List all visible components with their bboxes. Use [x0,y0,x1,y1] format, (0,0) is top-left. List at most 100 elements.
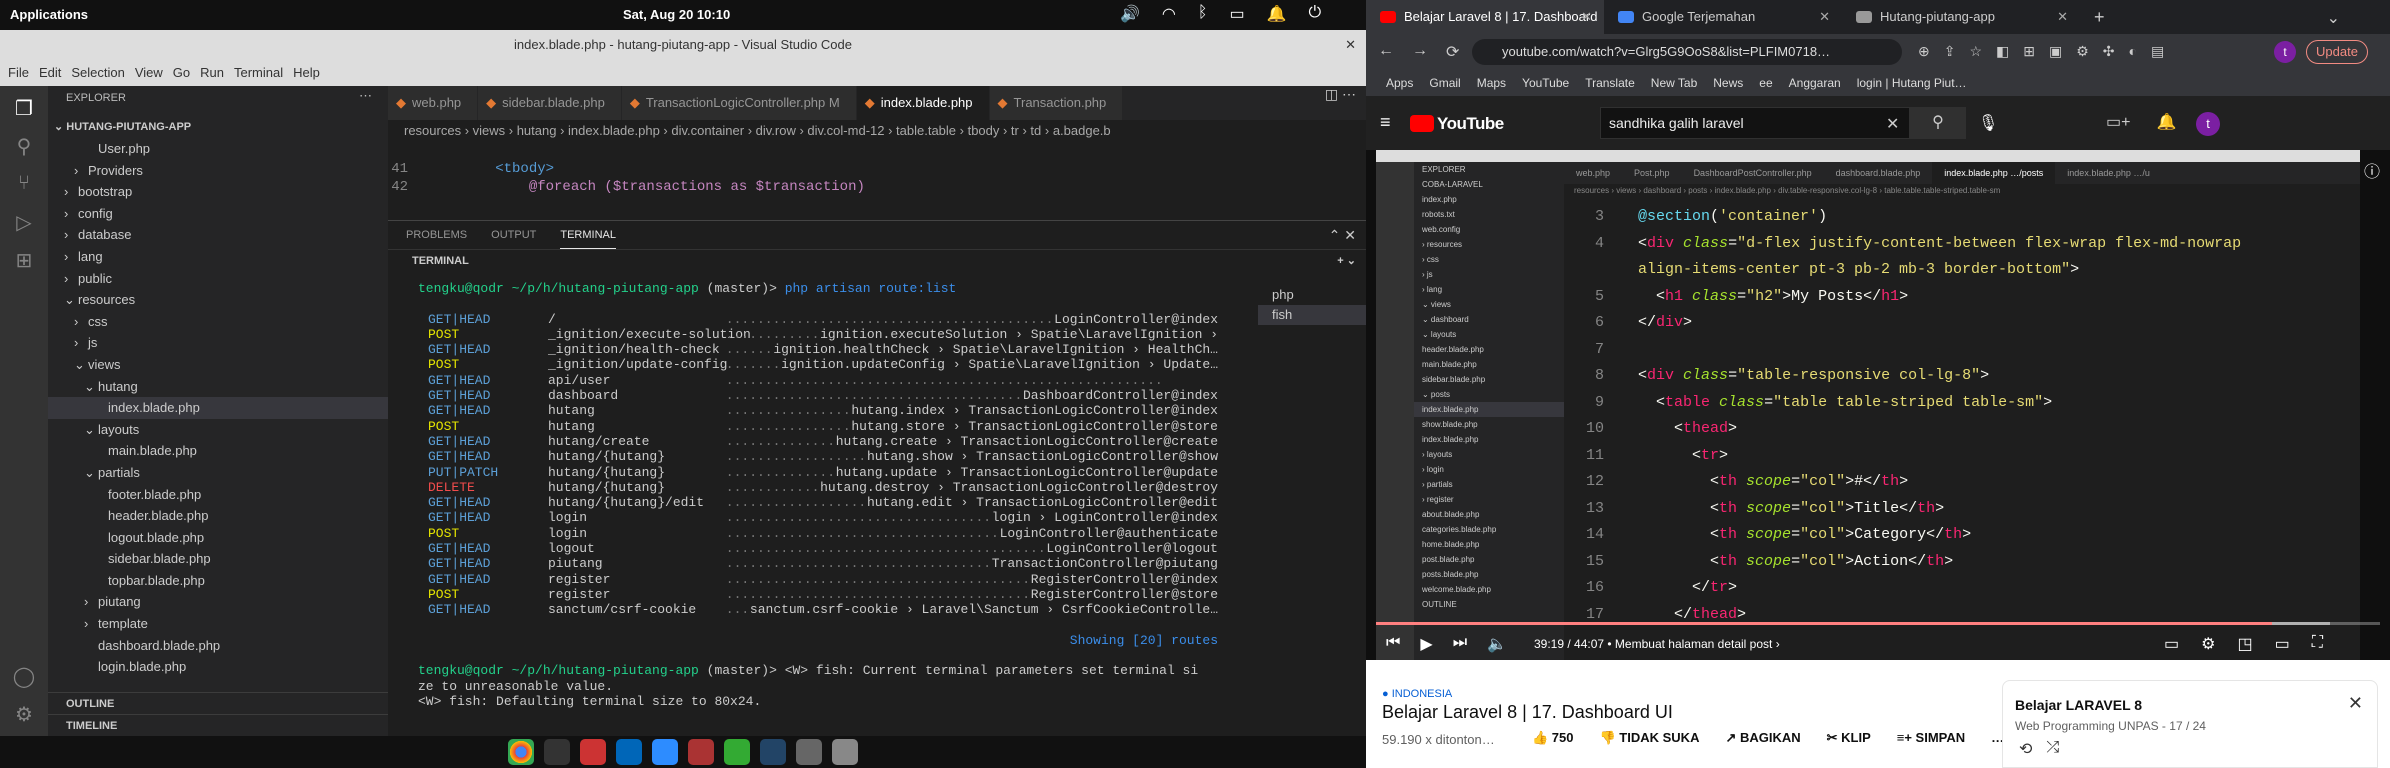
menu-help[interactable]: Help [293,60,320,86]
tree-item[interactable]: User.php [48,138,388,160]
timeline-section[interactable]: TIMELINE [48,714,388,736]
new-tab-icon[interactable]: + [2080,0,2105,34]
tree-item[interactable]: ⌄ partials [48,462,388,484]
menu-terminal[interactable]: Terminal [234,60,283,86]
zoom-icon[interactable]: ⊕ [1918,43,1930,60]
menu-view[interactable]: View [135,60,163,86]
share-icon[interactable]: ⇪ [1944,43,1956,60]
terminal-output[interactable]: tengku@qodr ~/p/h/hutang-piutang-app (ma… [418,281,1218,731]
chrome-icon[interactable] [508,739,534,765]
video-time[interactable]: 39:19 / 44:07 • Membuat halaman detail p… [1534,637,1780,651]
timer-icon[interactable] [724,739,750,765]
tree-item[interactable]: header.blade.php [48,505,388,527]
bell-icon[interactable]: 🔔 [2156,112,2176,132]
tree-item[interactable]: › Providers [48,160,388,182]
tree-item[interactable]: main.blade.php [48,440,388,462]
tree-item[interactable]: › js [48,332,388,354]
bookmark-item[interactable]: News [1713,70,1743,96]
app-icon[interactable] [760,739,786,765]
url-input[interactable]: youtube.com/watch?v=Glrg5G9OoS8&list=PLF… [1472,39,1902,65]
tree-item[interactable]: › config [48,203,388,225]
video-action-button[interactable]: ✂ KLIP [1827,730,1871,746]
panel-controls[interactable]: ⌃ ✕ [1329,227,1356,244]
mic-icon[interactable]: 🎙 [1978,113,1998,133]
files-icon[interactable]: ❐ [12,96,36,120]
video-player[interactable]: EXPLORER COBA-LARAVEL index.php robots.tx… [1366,150,2390,660]
bookmark-item[interactable]: Anggaran [1789,70,1841,96]
puzzle-icon[interactable]: ✣ [2103,43,2115,60]
terminal-instance[interactable]: fish [1258,305,1366,325]
video-action-button[interactable]: ≡+ SIMPAN [1897,730,1965,746]
tree-item[interactable]: ⌄ resources [48,289,388,311]
tree-item[interactable]: › public [48,268,388,290]
search-button[interactable]: ⚲ [1910,107,1966,139]
source-control-icon[interactable]: ⑂ [12,172,36,196]
close-tab-icon[interactable]: ✕ [1581,0,1592,34]
tree-item[interactable]: ⌄ views [48,354,388,376]
bookmark-item[interactable]: Apps [1386,70,1413,96]
briefcase-icon[interactable] [832,739,858,765]
create-icon[interactable]: ▭+ [2106,112,2130,132]
extension-icon[interactable]: ⚙ [2076,43,2089,60]
tree-item[interactable]: logout.blade.php [48,527,388,549]
search-input[interactable]: sandhika galih laravel [1600,107,1910,139]
vscode-app-icon[interactable] [616,739,642,765]
panel-tab-output[interactable]: OUTPUT [491,221,536,249]
menu-go[interactable]: Go [173,60,190,86]
volume-icon[interactable]: 🔈 [1487,634,1507,654]
clock[interactable]: Sat, Aug 20 10:10 [623,7,730,22]
bookmark-item[interactable]: login | Hutang Piut… [1857,70,1967,96]
account-icon[interactable]: ◯ [12,664,36,688]
split-editor-icon[interactable]: ◫ ⋯ [1325,86,1356,103]
reload-icon[interactable]: ⟳ [1446,42,1459,62]
tree-item[interactable]: footer.blade.php [48,484,388,506]
notification-icon[interactable]: 🔔 [1267,4,1287,24]
tree-item[interactable]: index.blade.php [48,397,388,419]
tree-item[interactable]: dashboard.blade.php [48,635,388,657]
panel-tab-terminal[interactable]: TERMINAL [560,221,616,249]
extensions-icon[interactable]: ⊞ [12,248,36,272]
update-button[interactable]: Update [2306,40,2368,64]
playlist-title[interactable]: Belajar LARAVEL 8 [2015,697,2142,713]
bookmark-star-icon[interactable]: ☆ [1969,43,1982,60]
miniplayer-icon[interactable]: ◳ [2237,634,2252,654]
channel-tag[interactable]: ● INDONESIA [1382,688,1452,700]
tree-item[interactable]: › css [48,311,388,333]
shuffle-icon[interactable]: ⤮ [2046,739,2059,759]
power-icon[interactable]: ⏻ [1309,4,1322,24]
close-tab-icon[interactable]: ✕ [2057,0,2068,34]
captions-icon[interactable]: ▭ [2164,634,2179,654]
tree-item[interactable]: › lang [48,246,388,268]
tree-item[interactable]: › database [48,224,388,246]
tree-item[interactable]: ⌄ layouts [48,419,388,441]
menu-icon[interactable]: ≡ [1380,112,1391,133]
project-root[interactable]: ⌄ HUTANG-PIUTANG-APP [54,120,191,133]
loop-icon[interactable]: ⟲ [2019,739,2032,759]
bookmark-item[interactable]: ee [1759,70,1772,96]
editor-tab[interactable]: ◆ Transaction.php [989,86,1124,120]
code-editor[interactable]: 41 <tbody> 42 @foreach ($transactions as … [388,142,1366,218]
tree-item[interactable]: topbar.blade.php [48,570,388,592]
files-app-icon[interactable] [796,739,822,765]
video-action-button[interactable]: ↗ BAGIKAN [1725,730,1800,746]
close-icon[interactable]: ✕ [1345,30,1356,60]
outline-section[interactable]: OUTLINE [48,692,388,714]
bookmark-item[interactable]: New Tab [1651,70,1697,96]
menu-edit[interactable]: Edit [39,60,61,86]
fullscreen-icon[interactable]: ⛶ [2312,634,2323,654]
close-playlist-icon[interactable]: ✕ [2348,693,2363,714]
panel-tab-problems[interactable]: PROBLEMS [406,221,467,249]
back-icon[interactable]: ← [1378,42,1394,62]
zoom-icon[interactable] [652,739,678,765]
youtube-logo[interactable]: YouTube [1410,114,1504,134]
tree-item[interactable]: › bootstrap [48,181,388,203]
profile-avatar[interactable]: t [2274,41,2296,63]
menu-run[interactable]: Run [200,60,224,86]
extension-icon[interactable]: ▣ [2049,43,2062,60]
browser-tab[interactable]: Google Terjemahan ✕ [1604,0,1842,34]
bluetooth-icon[interactable]: ᛒ [1198,4,1208,24]
applications-menu[interactable]: Applications [10,7,88,22]
browser-tab[interactable]: Belajar Laravel 8 | 17. Dashboard ✕ [1366,0,1604,34]
play-icon[interactable]: ▶ [1420,634,1432,654]
bookmark-item[interactable]: Gmail [1429,70,1460,96]
